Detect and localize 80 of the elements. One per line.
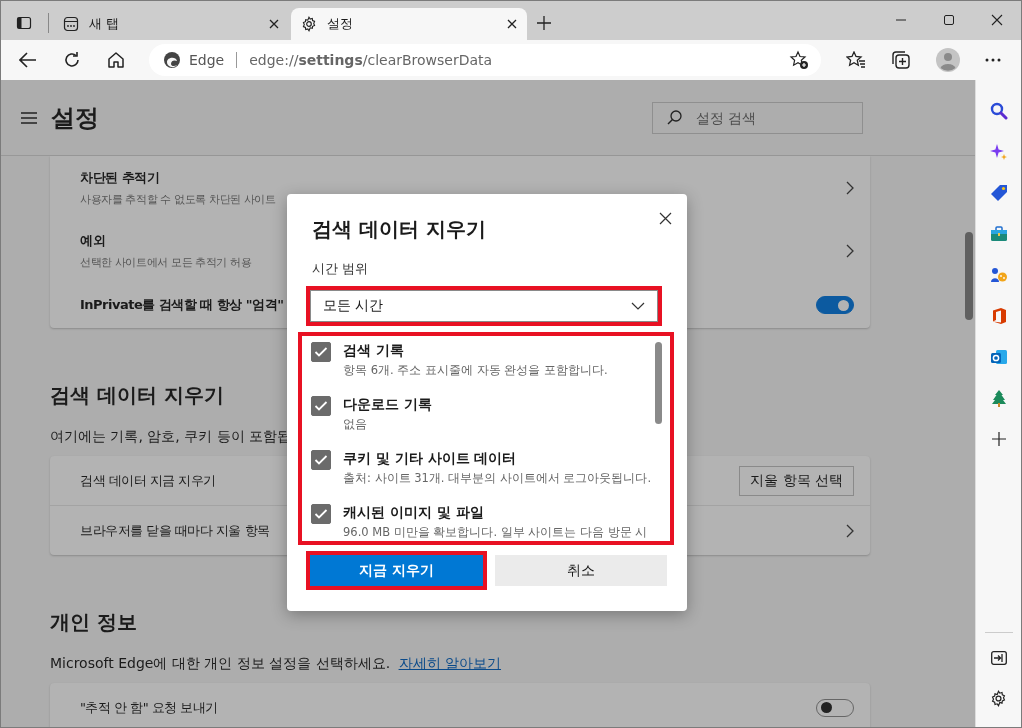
menu-icon[interactable]	[21, 111, 37, 124]
mail-app-icon[interactable]	[989, 347, 1008, 366]
setting-title: 차단된 추적기	[80, 168, 160, 187]
home-icon[interactable]	[107, 51, 125, 69]
hide-sidebar-icon[interactable]	[990, 650, 1007, 665]
checkbox-description: 항목 6개. 주소 표시줄에 자동 완성을 포함합니다.	[343, 363, 608, 378]
checkbox-description: 출처: 사이트 31개. 대부분의 사이트에서 로그아웃됩니다.	[343, 471, 652, 486]
browser-tab[interactable]: 설정	[291, 8, 527, 40]
tree-icon[interactable]	[990, 388, 1007, 407]
new-tab-icon	[63, 16, 79, 32]
setting-title: 브라우저를 닫을 때마다 지울 항목	[80, 521, 270, 540]
checkbox-label: 쿠키 및 기타 사이트 데이터	[343, 450, 518, 468]
close-icon[interactable]	[507, 19, 517, 29]
site-label: Edge	[189, 52, 225, 68]
search-box[interactable]: 설정 검색	[652, 101, 863, 134]
refresh-icon[interactable]	[63, 51, 81, 69]
scrollbar-thumb[interactable]	[655, 342, 662, 424]
clear-now-button[interactable]: 지금 지우기	[310, 555, 483, 586]
new-tab-plus-icon[interactable]	[537, 16, 551, 30]
chevron-right-icon[interactable]	[846, 180, 854, 195]
close-window-icon[interactable]	[991, 14, 1003, 26]
more-options-icon[interactable]	[985, 58, 1001, 62]
office-logo-icon[interactable]	[990, 306, 1007, 325]
check-icon	[314, 346, 328, 358]
tag-icon[interactable]	[989, 183, 1008, 202]
tab-title: 설정	[327, 15, 354, 33]
checkbox-label: 다운로드 기록	[343, 396, 432, 414]
checkbox[interactable]	[311, 396, 331, 416]
toolbox-icon[interactable]	[989, 225, 1008, 242]
collections-icon[interactable]	[891, 50, 911, 70]
close-icon[interactable]	[269, 19, 279, 29]
url-text: edge://settings/clearBrowserData	[249, 52, 493, 68]
dialog-title: 검색 데이터 지우기	[312, 216, 486, 243]
close-icon[interactable]	[659, 212, 672, 225]
setting-title: 예외	[80, 231, 105, 250]
back-arrow-icon[interactable]	[19, 52, 37, 68]
search-icon	[667, 110, 682, 125]
section-heading: 검색 데이터 지우기	[50, 382, 224, 409]
time-range-dropdown[interactable]: 모든 시간	[310, 290, 658, 322]
check-icon	[314, 400, 328, 412]
checkbox[interactable]	[311, 504, 331, 524]
scrollbar-thumb[interactable]	[965, 232, 973, 320]
field-label: 시간 범위	[312, 260, 370, 278]
section-heading: 개인 정보	[50, 609, 137, 636]
checkbox-label: 검색 기록	[343, 342, 405, 360]
maximize-icon[interactable]	[943, 14, 955, 26]
setting-title: "추적 안 함" 요청 보내기	[80, 698, 218, 717]
chevron-down-icon	[631, 302, 645, 310]
chevron-right-icon[interactable]	[846, 523, 854, 538]
setting-description: 선택한 사이트에서 모든 추적기 허용	[80, 254, 252, 270]
search-field[interactable]: 설정 검색	[696, 109, 846, 126]
cancel-button[interactable]: 취소	[495, 555, 667, 586]
tab-title: 새 탭	[89, 15, 121, 33]
gear-icon	[301, 16, 317, 32]
edge-logo-icon	[163, 51, 181, 69]
checkbox-description: 96.0 MB 미만을 확보합니다. 일부 사이트는 다음 방문 시	[343, 525, 648, 540]
setting-description: 사용자를 추적할 수 없도록 차단된 사이트	[80, 191, 276, 207]
add-favorite-icon[interactable]	[789, 50, 809, 70]
page-title: 설정	[51, 102, 99, 134]
address-bar[interactable]: Edge edge://settings/clearBrowserData	[149, 44, 821, 76]
checkbox[interactable]	[311, 342, 331, 362]
browser-tab[interactable]: 새 탭	[53, 8, 289, 40]
learn-more-link[interactable]: 자세히 알아보기	[398, 655, 501, 671]
setting-title: InPrivate를 검색할 때 항상 "엄격"	[80, 296, 284, 314]
favorites-icon[interactable]	[846, 51, 866, 69]
checkbox-description: 없음	[343, 417, 368, 432]
check-icon	[314, 454, 328, 466]
checkbox[interactable]	[311, 450, 331, 470]
add-plus-icon[interactable]	[991, 431, 1006, 446]
checkbox-label: 캐시된 이미지 및 파일	[343, 504, 485, 522]
settings-icon[interactable]	[990, 690, 1007, 707]
section-description: Microsoft Edge에 대한 개인 정보 설정을 선택하세요.	[50, 655, 391, 671]
chevron-right-icon[interactable]	[846, 243, 854, 258]
game-controller-icon[interactable]	[989, 265, 1008, 284]
profile-avatar-icon[interactable]	[936, 48, 960, 72]
search-icon[interactable]	[989, 101, 1008, 120]
toggle-switch[interactable]	[816, 296, 854, 314]
setting-title: 검색 데이터 지금 지우기	[80, 471, 216, 490]
check-icon	[314, 508, 328, 520]
choose-items-button[interactable]: 지울 항목 선택	[739, 465, 854, 496]
